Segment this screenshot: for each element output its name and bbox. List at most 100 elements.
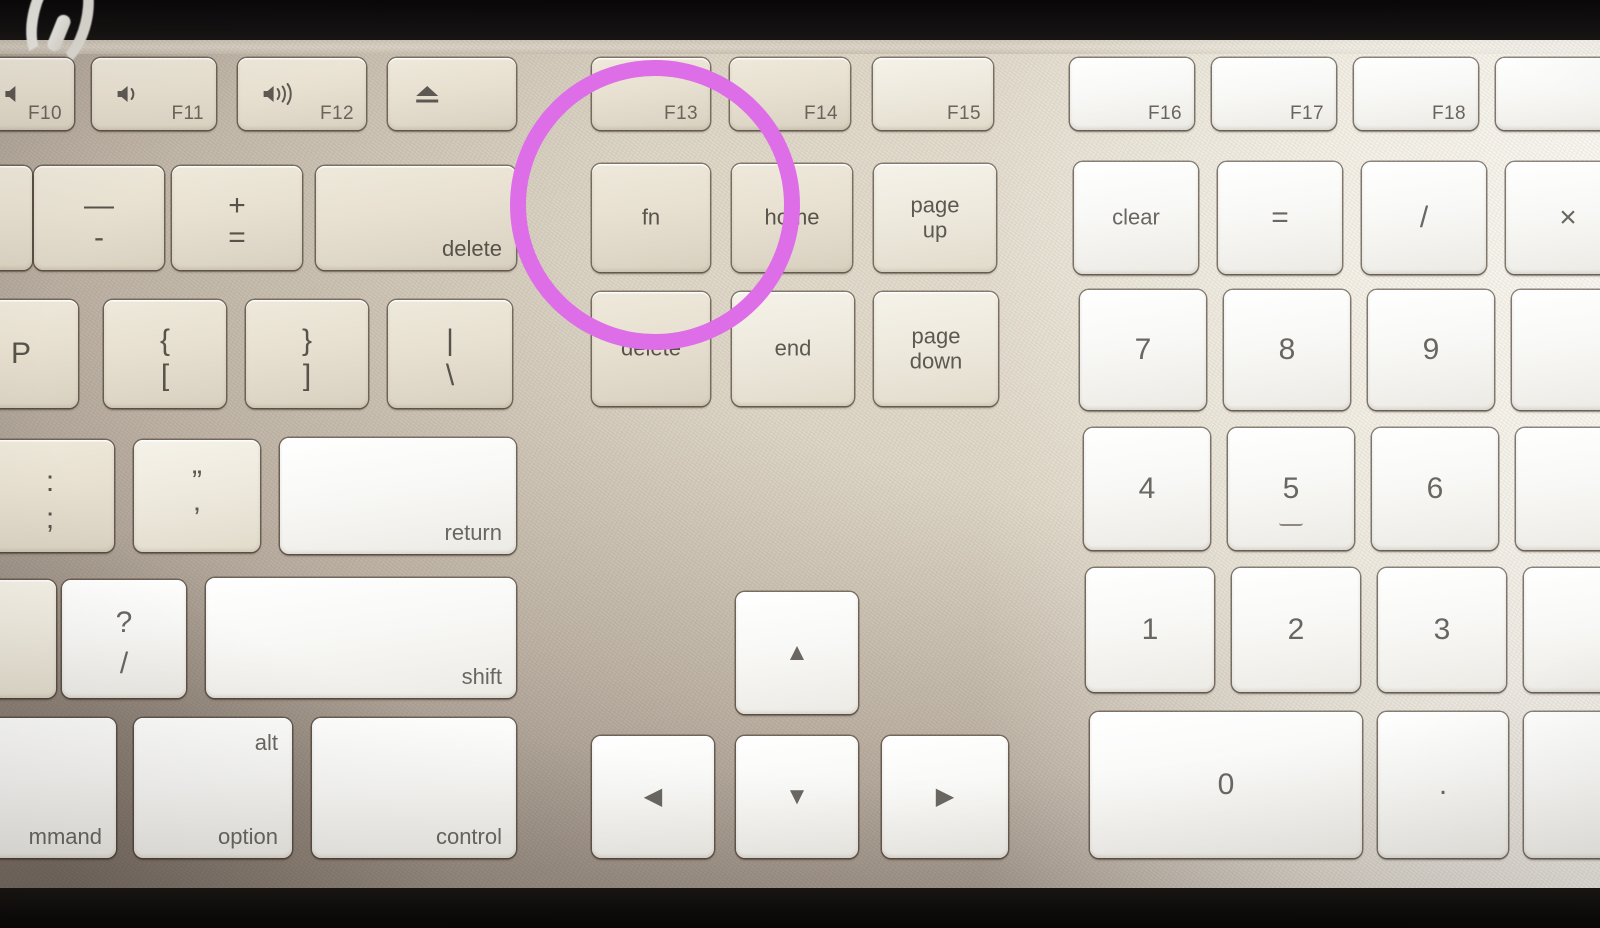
key-numpad-6[interactable]: 6: [1372, 428, 1498, 550]
key-key-0[interactable]: [0, 166, 32, 270]
key-legend: fn: [641, 204, 661, 230]
key-legend-base: \: [445, 358, 455, 392]
key-numpad-enter-tall[interactable]: [1524, 712, 1600, 858]
key-numpad-minus[interactable]: [1512, 290, 1600, 410]
key-f16[interactable]: F16: [1070, 58, 1194, 130]
key-eject[interactable]: [388, 58, 516, 130]
key-legend-base: =: [228, 221, 246, 255]
key-numpad-7[interactable]: 7: [1080, 290, 1206, 410]
key-end[interactable]: end: [732, 292, 854, 406]
key-legend: 9: [1422, 333, 1440, 367]
key-key-backslash[interactable]: | \: [388, 300, 512, 408]
key-fn[interactable]: fn: [592, 164, 710, 272]
key-f15[interactable]: F15: [873, 58, 993, 130]
key-key-equal[interactable]: + =: [172, 166, 302, 270]
key-key-shift-left[interactable]: [0, 580, 56, 698]
screenshot-root: F10 F11 F12 F13 F14 F15 F16 F17 F18— - + = delete fn h…: [0, 0, 1600, 928]
key-legend-shifted: —: [84, 188, 114, 222]
key-legend: /: [1419, 201, 1429, 235]
key-f17[interactable]: F17: [1212, 58, 1336, 130]
key-legend-shifted: +: [228, 188, 246, 222]
key-page-up[interactable]: page up: [874, 164, 996, 272]
key-legend: F13: [664, 103, 698, 124]
key-legend: F12: [320, 103, 354, 124]
key-legend: delete: [442, 236, 502, 261]
key-legend: F11: [171, 103, 204, 124]
key-f10[interactable]: F10: [0, 58, 74, 130]
key-f14[interactable]: F14: [730, 58, 850, 130]
key-numpad-0[interactable]: 0: [1090, 712, 1362, 858]
key-arrow-down[interactable]: ▼: [736, 736, 858, 858]
key-key-p[interactable]: P: [0, 300, 78, 408]
key-legend-base: ]: [302, 358, 312, 392]
key-f18[interactable]: F18: [1354, 58, 1478, 130]
key-numpad-2[interactable]: 2: [1232, 568, 1360, 692]
key-legend-shifted: :: [45, 464, 55, 498]
key-f19[interactable]: [1496, 58, 1600, 130]
key-legend: shift: [461, 664, 502, 689]
key-key-quote[interactable]: ”’: [134, 440, 260, 552]
key-numpad-multiply[interactable]: ×: [1506, 162, 1600, 274]
key-legend: option: [218, 824, 278, 849]
key-numpad-9[interactable]: 9: [1368, 290, 1494, 410]
key-legend-base: ;: [45, 502, 55, 536]
key-shift-right[interactable]: shift: [206, 578, 516, 698]
key-arrow-left[interactable]: ◀: [592, 736, 714, 858]
key-f11[interactable]: F11: [92, 58, 216, 130]
key-key-minus[interactable]: — -: [34, 166, 164, 270]
key-numpad-5[interactable]: 5: [1228, 428, 1354, 550]
key-key-bracket-right[interactable]: }]: [246, 300, 368, 408]
key-legend: 3: [1433, 613, 1451, 647]
key-legend-shifted: |: [446, 323, 454, 357]
key-f13[interactable]: F13: [592, 58, 710, 130]
key-numpad-equal[interactable]: =: [1218, 162, 1342, 274]
key-key-semicolon[interactable]: :;: [0, 440, 114, 552]
key-legend-shifted: {: [159, 323, 171, 357]
key-numpad-4[interactable]: 4: [1084, 428, 1210, 550]
arrow-glyph-icon: ◀: [643, 783, 663, 810]
key-legend: 2: [1287, 613, 1305, 647]
key-legend: mmand: [28, 824, 102, 849]
key-legend: 5: [1282, 472, 1300, 506]
key-legend: F17: [1290, 103, 1324, 124]
key-numpad-3[interactable]: 3: [1378, 568, 1506, 692]
key-numpad-period[interactable]: .: [1378, 712, 1508, 858]
key-page-down[interactable]: page down: [874, 292, 998, 406]
homing-bar-indicator: [1279, 520, 1303, 526]
key-home[interactable]: home: [732, 164, 852, 272]
key-key-bracket-left[interactable]: {[: [104, 300, 226, 408]
key-legend: control: [435, 824, 502, 849]
keyboard-top-bevel: [0, 40, 1600, 54]
key-delete[interactable]: delete: [316, 166, 516, 270]
key-numpad-divide[interactable]: /: [1362, 162, 1486, 274]
key-command-right[interactable]: mmand: [0, 718, 116, 858]
key-return[interactable]: return: [280, 438, 516, 554]
key-legend: F15: [947, 103, 981, 124]
key-numpad-8[interactable]: 8: [1224, 290, 1350, 410]
key-legend: end: [774, 335, 812, 361]
eject-icon: [413, 83, 441, 105]
key-legend: 6: [1426, 472, 1444, 506]
key-option-right[interactable]: alt option: [134, 718, 292, 858]
key-legend: return: [444, 520, 502, 545]
key-legend: clear: [1112, 204, 1160, 230]
speaker-high-icon: [262, 83, 306, 105]
key-control-right[interactable]: control: [312, 718, 516, 858]
key-legend: F14: [804, 103, 838, 124]
key-legend-base: ’: [193, 502, 201, 536]
key-forward-delete[interactable]: delete: [592, 292, 710, 406]
key-legend: 7: [1134, 333, 1152, 367]
key-numpad-enter[interactable]: [1524, 568, 1600, 692]
key-f12[interactable]: F12: [238, 58, 366, 130]
key-legend-shifted: ”: [192, 464, 202, 498]
key-key-slash[interactable]: ? /: [62, 580, 186, 698]
key-legend: .: [1438, 768, 1448, 802]
speaker-low-icon: [116, 83, 150, 105]
key-numpad-clear[interactable]: clear: [1074, 162, 1198, 274]
key-arrow-right[interactable]: ▶: [882, 736, 1008, 858]
key-legend: F16: [1148, 103, 1182, 124]
key-arrow-up[interactable]: ▲: [736, 592, 858, 714]
key-numpad-plus[interactable]: [1516, 428, 1600, 550]
key-numpad-1[interactable]: 1: [1086, 568, 1214, 692]
arrow-glyph-icon: ▼: [785, 783, 809, 810]
